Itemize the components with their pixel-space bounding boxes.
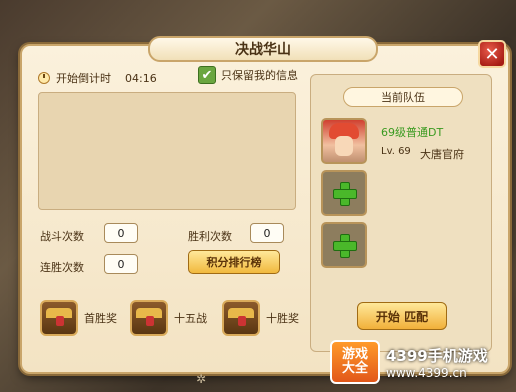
reward-label: 十五战 [174,312,207,325]
site-watermark: 游戏 大全 4399手机游戏 www.4399.cn [330,336,516,388]
watermark-url: www.4399.cn [386,365,467,380]
reward-label: 首胜奖 [84,312,117,325]
add-member-slot-1[interactable] [321,170,367,216]
only-my-info-toggle[interactable]: ✔ 只保留我的信息 [198,66,298,84]
reward-first-win[interactable]: 首胜奖 [40,300,117,336]
battle-info-area [38,92,296,210]
countdown-value: 04:16 [125,71,157,85]
reward-ten-wins[interactable]: 十胜奖 [222,300,299,336]
reward-label: 十胜奖 [266,312,299,325]
start-match-button[interactable]: 开始 匹配 [357,302,447,330]
watermark-title: 4399手机游戏 [386,346,488,365]
treasure-chest-icon[interactable] [130,300,168,336]
wins-label: 胜利次数 [188,230,232,243]
plus-icon [333,234,357,258]
close-button[interactable]: ✕ [478,40,506,68]
battles-label: 战斗次数 [40,230,84,243]
countdown-label: 开始倒计时 [56,72,111,85]
treasure-chest-icon[interactable] [40,300,78,336]
countdown-row: 开始倒计时 04:16 [38,70,157,86]
team-header: 当前队伍 [343,87,463,107]
battles-value: 0 [104,223,138,243]
member-level: Lv. 69 [381,146,411,157]
add-member-slot-2[interactable] [321,222,367,268]
treasure-chest-icon[interactable] [222,300,260,336]
team-member-avatar[interactable] [321,118,367,164]
reward-fifteen-battles[interactable]: 十五战 [130,300,207,336]
watermark-text: 4399手机游戏 www.4399.cn [386,345,488,380]
plus-icon [333,182,357,206]
member-name: 69级普通DT [381,126,444,139]
dialog-title: 决战华山 [148,36,378,62]
streak-value: 0 [104,254,138,274]
clock-icon [38,72,50,84]
watermark-logo: 游戏 大全 [330,340,380,384]
logo-line-2: 大全 [341,361,368,376]
streak-label: 连胜次数 [40,261,84,274]
gear-icon: ✲ [196,372,207,386]
only-my-info-label: 只保留我的信息 [221,69,298,82]
ranking-button[interactable]: 积分排行榜 [188,250,280,274]
checkbox-checked-icon[interactable]: ✔ [198,66,216,84]
wins-value: 0 [250,223,284,243]
close-icon: ✕ [484,43,500,65]
logo-line-1: 游戏 [341,346,368,362]
face-shape [335,136,353,156]
member-sect: 大唐官府 [420,148,464,161]
